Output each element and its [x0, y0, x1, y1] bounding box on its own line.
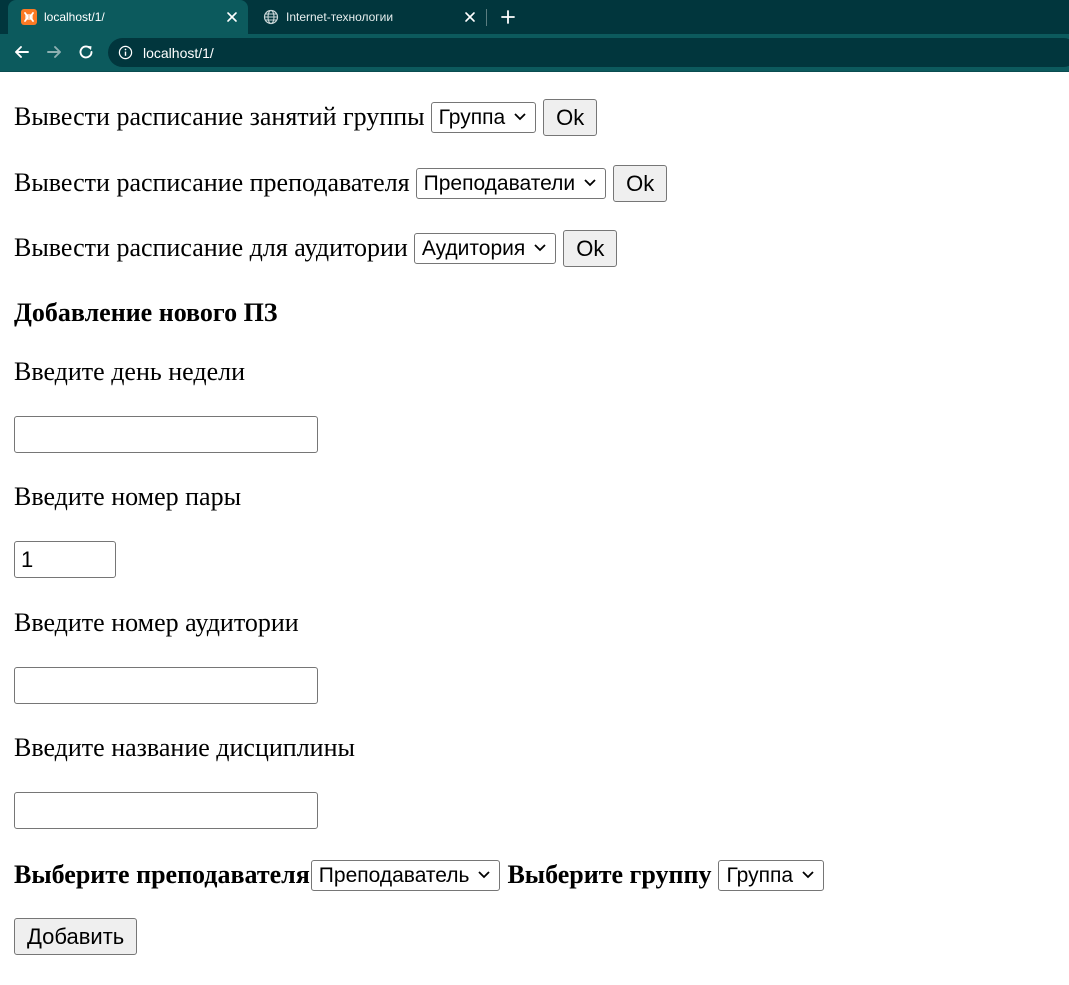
schedule-teacher-label: Вывести расписание преподавателя	[14, 168, 410, 197]
discipline-label: Введите название дисциплины	[14, 733, 355, 762]
tab-title: localhost/1/	[44, 10, 105, 24]
schedule-teacher-row: Вывести расписание преподавателя Препода…	[14, 164, 668, 202]
schedule-group-label: Вывести расписание занятий группы	[14, 102, 425, 131]
schedule-room-row: Вывести расписание для аудитории Аудитор…	[14, 229, 618, 267]
add-button[interactable]: Добавить	[14, 918, 138, 955]
schedule-group-row: Вывести расписание занятий группы Группа…	[14, 98, 598, 136]
forward-arrow-icon[interactable]	[45, 43, 63, 61]
choose-row: Выберите преподавателя Преподаватель Выб…	[14, 856, 825, 894]
choose-teacher-label: Выберите преподавателя	[14, 860, 310, 889]
tab-separator	[486, 9, 487, 26]
teacher-ok-button[interactable]: Ok	[613, 164, 668, 202]
browser-tab-strip: localhost/1/ Internet-технологии	[0, 0, 1069, 34]
pair-number-input[interactable]: 1	[14, 541, 116, 578]
room-number-input[interactable]	[14, 667, 318, 704]
room-ok-button[interactable]: Ok	[563, 229, 618, 267]
pair-label: Введите номер пары	[14, 482, 242, 511]
tab-title: Internet-технологии	[286, 10, 394, 24]
chevron-down-icon	[534, 243, 546, 251]
chevron-down-icon	[478, 870, 491, 878]
new-tab-plus-icon[interactable]	[499, 8, 517, 26]
group-ok-button[interactable]: Ok	[543, 98, 598, 136]
day-input[interactable]	[14, 416, 318, 453]
chevron-down-icon	[584, 178, 596, 186]
choose-teacher-select[interactable]: Преподаватель	[310, 859, 501, 891]
globe-icon	[263, 9, 279, 25]
group-select[interactable]: Группа	[430, 101, 537, 133]
back-arrow-icon[interactable]	[13, 43, 31, 61]
info-icon[interactable]	[118, 45, 133, 60]
discipline-input[interactable]	[14, 792, 318, 829]
choose-group-value: Группа	[726, 863, 794, 887]
page-content: Вывести расписание занятий группы Группа…	[0, 72, 1069, 985]
browser-toolbar: localhost/1/	[0, 34, 1069, 72]
chevron-down-icon	[514, 112, 526, 120]
teacher-select[interactable]: Преподаватели	[415, 167, 607, 199]
close-tab-icon[interactable]	[224, 9, 240, 25]
xampp-favicon-icon	[21, 9, 37, 25]
tab-localhost[interactable]: localhost/1/	[8, 0, 248, 34]
choose-teacher-value: Преподаватель	[318, 863, 470, 887]
choose-group-label: Выберите группу	[507, 860, 712, 889]
room-select-value: Аудитория	[421, 236, 526, 260]
address-url: localhost/1/	[143, 45, 214, 61]
address-bar[interactable]: localhost/1/	[108, 38, 1069, 67]
teacher-select-value: Преподаватели	[423, 171, 576, 195]
schedule-room-label: Вывести расписание для аудитории	[14, 233, 408, 262]
add-form-heading: Добавление нового ПЗ	[14, 298, 278, 327]
chevron-down-icon	[802, 870, 814, 878]
reload-icon[interactable]	[77, 43, 95, 61]
group-select-value: Группа	[438, 105, 506, 129]
room-select[interactable]: Аудитория	[413, 232, 557, 264]
tab-internet-tech[interactable]: Internet-технологии	[250, 0, 486, 34]
close-tab-icon[interactable]	[462, 9, 478, 25]
choose-group-select[interactable]: Группа	[718, 859, 825, 891]
room-label: Введите номер аудитории	[14, 608, 299, 637]
day-label: Введите день недели	[14, 357, 246, 386]
